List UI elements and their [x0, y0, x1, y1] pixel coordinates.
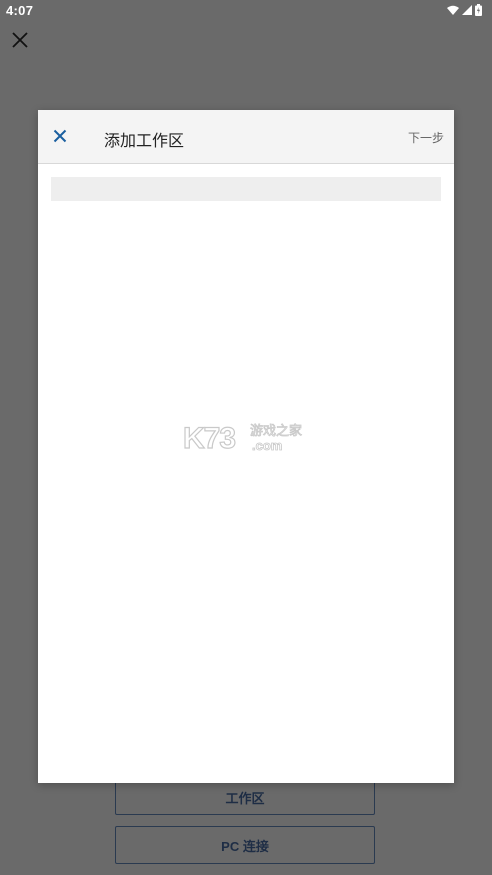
battery-icon — [475, 4, 482, 16]
dialog-close-button[interactable] — [52, 128, 68, 144]
status-time: 4:07 — [6, 3, 34, 18]
signal-icon — [462, 5, 472, 15]
wifi-icon — [447, 5, 459, 15]
watermark-logo: K73 — [183, 422, 235, 454]
workspace-button[interactable]: 工作区 — [115, 779, 375, 815]
dialog-title: 添加工作区 — [104, 133, 185, 150]
next-step-button[interactable]: 下一步 — [408, 129, 444, 146]
dialog-header: 添加工作区 下一步 — [38, 110, 454, 164]
status-icons — [447, 4, 482, 16]
watermark-site: 游戏之家 — [250, 423, 302, 439]
close-icon[interactable] — [10, 30, 30, 50]
k73-watermark: K73 游戏之家 .com — [183, 421, 302, 454]
search-input[interactable] — [51, 177, 441, 201]
add-workspace-dialog: 添加工作区 下一步 K73 游戏之家 .com — [38, 110, 454, 783]
status-bar: 4:07 — [0, 0, 492, 22]
close-icon — [53, 129, 67, 143]
watermark-domain: .com — [252, 438, 282, 453]
pc-connect-button[interactable]: PC 连接 — [115, 826, 375, 864]
